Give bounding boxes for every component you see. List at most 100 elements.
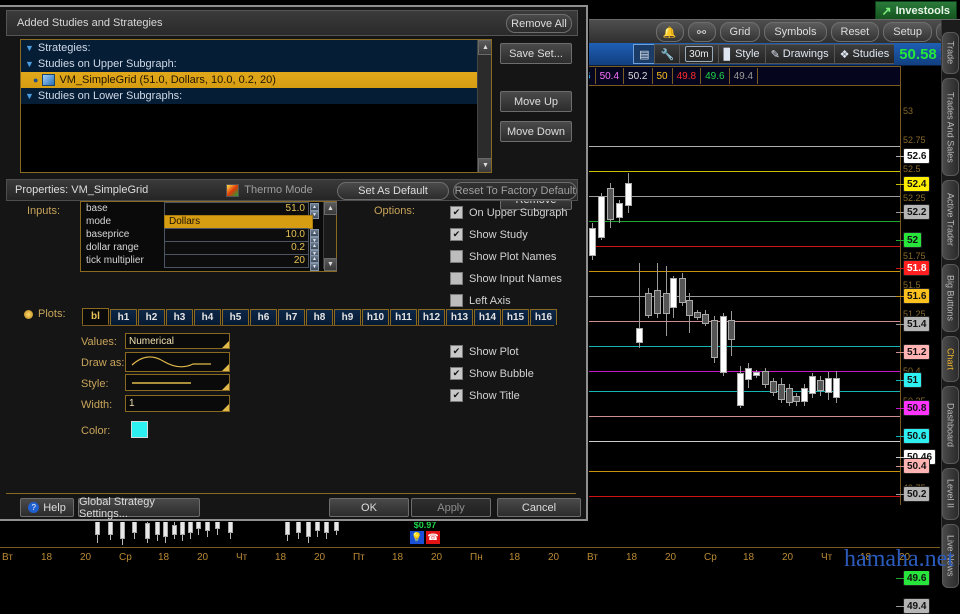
spinner-down-icon[interactable]: ▼ [310,262,319,271]
reset-to-factory-default-button[interactable]: Reset To Factory Default [453,182,577,200]
setup-button[interactable]: Setup [883,22,932,42]
plot-tab-h3[interactable]: h3 [166,309,193,325]
phone-icon[interactable]: ☎ [426,531,440,544]
studies-button[interactable]: ❖ Studies [833,44,895,64]
studies-tree[interactable]: ▼ Strategies: ▼ Studies on Upper Subgraph: ●… [20,39,492,173]
plot-tab-h4[interactable]: h4 [194,309,221,325]
spinner-buttons[interactable]: ▲ ▼ [310,241,319,258]
side-tab-dashboard[interactable]: Dashboard [942,386,959,464]
style-dropdown[interactable] [125,374,230,391]
axis-price-label[interactable]: 50.6 [896,428,931,444]
price-cell[interactable]: 50.2 [624,68,653,84]
inputs-scroll-up-icon[interactable]: ▲ [324,202,337,215]
axis-price-label[interactable]: 52.6 [896,148,931,164]
axis-price-label[interactable]: 52.4 [896,176,931,192]
move-down-button[interactable]: Move Down [500,121,572,142]
price-cell[interactable]: 50.4 [596,68,625,84]
timeframe-button[interactable]: 30m [679,44,718,64]
input-value[interactable]: 20 [164,253,309,268]
grid-button[interactable]: Grid [719,22,761,42]
plot-tab-h5[interactable]: h5 [222,309,249,325]
side-tab-trade[interactable]: Trade [942,32,959,74]
checkbox-icon[interactable]: ✔ [450,367,463,380]
input-value[interactable]: 0.2 [164,240,309,255]
plot-option-checkbox[interactable]: ✔ Show Title [450,389,534,402]
plot-option-checkbox[interactable]: ✔ Show Bubble [450,367,534,380]
option-checkbox[interactable]: Show Input Names [450,272,567,285]
side-tab-level-ii[interactable]: Level II [942,468,959,520]
chevron-down-icon[interactable]: ▼ [25,91,34,101]
bell-icon[interactable]: 🔔 [655,22,684,42]
axis-price-label[interactable]: 52 [896,232,923,248]
wrench-key-icon[interactable]: ⚯ [687,22,716,42]
checkbox-icon[interactable]: ✔ [450,345,463,358]
plot-tab-h12[interactable]: h12 [418,309,445,325]
checkbox-icon[interactable] [450,250,463,263]
radio-dot-icon[interactable]: ● [33,75,38,85]
plot-tab-bl[interactable]: bl [82,308,109,325]
axis-price-label[interactable]: 52.2 [896,204,931,220]
axis-price-label[interactable]: 51.8 [896,260,931,276]
info-bulb-icon[interactable]: 💡 [410,531,424,544]
side-tab-trades-and-sales[interactable]: Trades And Sales [942,78,959,176]
axis-price-label[interactable]: 50.8 [896,400,931,416]
axis-price-label[interactable]: 50.4 [896,458,931,474]
ok-button[interactable]: OK [329,498,409,517]
symbols-button[interactable]: Symbols [764,22,827,42]
axis-price-label[interactable]: 51 [896,372,923,388]
side-tab-big-buttons[interactable]: Big Buttons [942,264,959,332]
side-tab-active-trader[interactable]: Active Trader [942,180,959,260]
thermo-mode-toggle[interactable]: Thermo Mode [226,183,313,197]
spinner-up-icon[interactable]: ▲ [310,202,319,211]
input-value[interactable]: 51.0 [164,201,309,216]
checkbox-icon[interactable] [450,272,463,285]
color-swatch[interactable] [131,421,148,438]
spinner-up-icon[interactable]: ▲ [310,241,319,250]
cancel-button[interactable]: Cancel [497,498,581,517]
plot-tab-h15[interactable]: h15 [502,309,529,325]
set-as-default-button[interactable]: Set As Default [337,182,449,200]
tree-item[interactable]: ● VM_SimpleGrid (51.0, Dollars, 10.0, 0.2… [21,72,491,88]
input-value[interactable]: 10.0 [164,227,309,242]
input-value[interactable]: Dollars [164,214,313,229]
inputs-grid[interactable]: base 51.0 ▲ ▼ mode Dollars baseprice 10.0 ▲ ▼ doll… [80,201,337,272]
plot-tab-h10[interactable]: h10 [362,309,389,325]
tree-group[interactable]: ▼ Strategies: [21,40,491,56]
axis-price-label[interactable]: 50.2 [896,486,931,502]
inputs-scroll-down-icon[interactable]: ▼ [324,258,337,271]
apply-button[interactable]: Apply [411,498,491,517]
remove-all-button[interactable]: Remove All [506,14,572,33]
checkbox-icon[interactable]: ✔ [450,389,463,402]
plot-tab-h6[interactable]: h6 [250,309,277,325]
move-up-button[interactable]: Move Up [500,91,572,112]
axis-price-label[interactable]: 49.4 [896,598,931,614]
drawings-button[interactable]: ✎ Drawings [764,44,834,64]
values-dropdown[interactable]: Numerical [125,333,230,349]
checkbox-icon[interactable]: ✔ [450,228,463,241]
draw-as-dropdown[interactable] [125,352,230,372]
plot-tab-h9[interactable]: h9 [334,309,361,325]
plot-tab-h11[interactable]: h11 [390,309,417,325]
inputs-scrollbar[interactable]: ▲ ▼ [323,202,337,271]
spinner-buttons[interactable]: ▲ ▼ [310,202,319,219]
price-chart[interactable] [580,88,900,543]
plot-tab-h13[interactable]: h13 [446,309,473,325]
plot-tab-h7[interactable]: h7 [278,309,305,325]
width-dropdown[interactable]: 1 [125,395,230,412]
plot-option-checkbox[interactable]: ✔ Show Plot [450,345,534,358]
chevron-down-icon[interactable]: ▼ [25,59,34,69]
tree-scrollbar[interactable]: ▲ ▼ [477,40,491,172]
global-strategy-settings-button[interactable]: Global Strategy Settings... [78,496,200,520]
plot-tab-h16[interactable]: h16 [530,309,557,325]
style-button[interactable]: ▊ Style [717,44,765,64]
tree-group[interactable]: ▼ Studies on Lower Subgraphs: [21,88,491,104]
price-cell[interactable]: 49.8 [673,68,702,84]
spinner-buttons[interactable]: ▲ ▼ [310,228,319,245]
spinner-buttons[interactable]: ▲ ▼ [310,254,319,271]
price-axis[interactable]: 5352.7552.552.2551.7551.551.2550.450.254… [896,66,943,614]
save-set-button[interactable]: Save Set... [500,43,572,64]
price-cell[interactable]: 49.6 [701,68,730,84]
chevron-down-icon[interactable]: ▼ [25,43,34,53]
plot-tab-h8[interactable]: h8 [306,309,333,325]
plot-tab-h1[interactable]: h1 [110,309,137,325]
